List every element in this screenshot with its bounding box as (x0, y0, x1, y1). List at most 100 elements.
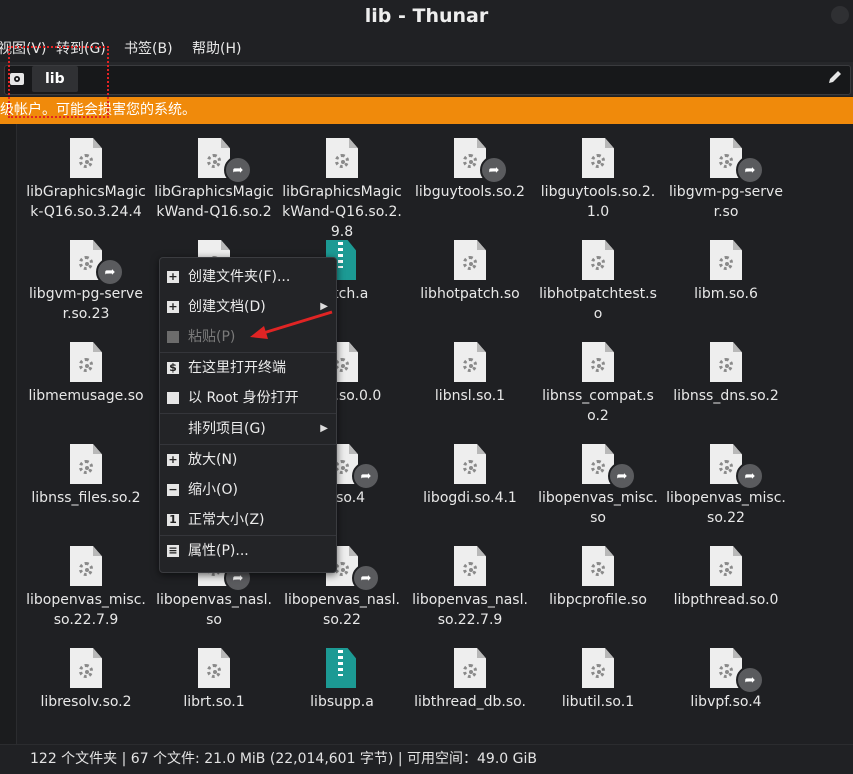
properties-icon: ≡ (167, 544, 179, 557)
file-item[interactable]: libmemusage.so (22, 328, 150, 406)
file-item[interactable]: librt.so.1 (150, 634, 278, 712)
context-menu-item[interactable]: ≡ 属性(P)... (160, 538, 336, 564)
file-item[interactable]: libGraphicsMagickWand-Q16.so.2.9.8 (278, 124, 406, 242)
library-file-icon (70, 546, 102, 586)
status-text: 122 个文件夹 | 67 个文件: 21.0 MiB (22,014,601 … (30, 751, 537, 767)
library-file-icon (454, 240, 486, 280)
folder-new-icon: + (167, 270, 179, 283)
file-name: libGraphicsMagickWand-Q16.so.2 (154, 184, 274, 220)
zoom-original-icon: 1 (167, 514, 179, 526)
menu-help[interactable]: 帮助(H) (192, 38, 241, 58)
menu-separator (160, 535, 336, 536)
file-name: libm.so.6 (694, 286, 758, 302)
file-name: libGraphicsMagick-Q16.so.3.24.4 (26, 184, 146, 220)
file-name: libogdi.so.4.1 (423, 490, 517, 506)
file-item[interactable]: libguytools.so.2.1.0 (534, 124, 662, 222)
file-name: libnss_dns.so.2 (673, 388, 779, 404)
context-menu-label: 以 Root 身份打开 (188, 390, 299, 406)
file-item[interactable]: libpcprofile.so (534, 532, 662, 610)
file-name: libnss_compat.so.2 (542, 388, 654, 424)
menu-separator (160, 413, 336, 414)
library-file-icon (70, 444, 102, 484)
gear-icon (463, 460, 477, 474)
file-item[interactable]: libutil.so.1 (534, 634, 662, 712)
title-bar: lib - Thunar (0, 0, 853, 34)
context-menu-label: 在这里打开终端 (188, 360, 286, 376)
context-menu-label: 放大(N) (188, 452, 238, 468)
gear-icon (79, 154, 93, 168)
file-item[interactable]: libopenvas_misc.so.22.7.9 (22, 532, 150, 630)
context-menu-item[interactable]: + 放大(N) (160, 447, 336, 473)
file-item[interactable]: libnsl.so.1 (406, 328, 534, 406)
library-file-icon: ➦ (710, 444, 764, 490)
gear-icon (79, 460, 93, 474)
library-file-icon (582, 138, 614, 178)
edit-location-icon[interactable] (827, 69, 843, 89)
library-file-icon: ➦ (198, 138, 252, 184)
file-item[interactable]: libopenvas_nasl.so.22.7.9 (406, 532, 534, 630)
gear-icon (207, 154, 221, 168)
document-new-icon: + (167, 300, 179, 313)
library-file-icon (454, 546, 486, 586)
file-item[interactable]: libnss_dns.so.2 (662, 328, 790, 406)
file-grid: libGraphicsMagick-Q16.so.3.24.4 ➦ libGraph… (16, 124, 853, 744)
symlink-arrow-icon: ➦ (736, 156, 764, 184)
context-menu-item[interactable]: 1 正常大小(Z) (160, 507, 336, 533)
file-name: libmemusage.so (28, 388, 144, 404)
file-item[interactable]: ➦ libGraphicsMagickWand-Q16.so.2 (150, 124, 278, 222)
file-item[interactable]: libnss_files.so.2 (22, 430, 150, 508)
archive-file-icon (326, 648, 358, 688)
file-item[interactable]: ➦ libgvm-pg-server.so.23 (22, 226, 150, 324)
context-menu-item[interactable]: + 创建文件夹(F)... (160, 264, 336, 290)
folder-icon (167, 392, 179, 404)
menu-bookmarks[interactable]: 书签(B) (124, 38, 173, 58)
file-name: libopenvas_nasl.so.22.7.9 (412, 592, 528, 628)
window-title: lib - Thunar (364, 5, 489, 27)
context-menu-item[interactable]: $ 在这里打开终端 (160, 355, 336, 381)
context-menu-item[interactable]: − 缩小(O) (160, 477, 336, 503)
path-bar (4, 65, 851, 95)
library-file-icon: ➦ (710, 648, 764, 694)
file-item[interactable]: libsupp.a (278, 634, 406, 712)
gear-icon (207, 664, 221, 678)
file-name: libopenvas_nasl.so (156, 592, 272, 628)
file-item[interactable]: libthread_db.so. (406, 634, 534, 712)
file-item[interactable]: libm.so.6 (662, 226, 790, 304)
library-file-icon (70, 342, 102, 382)
file-item[interactable]: ➦ libvpf.so.4 (662, 634, 790, 712)
gear-icon (79, 358, 93, 372)
gear-icon (79, 562, 93, 576)
paste-icon (167, 331, 179, 343)
window-button[interactable] (831, 6, 849, 24)
file-item[interactable]: libnss_compat.so.2 (534, 328, 662, 426)
file-name: libresolv.so.2 (40, 694, 132, 710)
context-menu-item[interactable]: 以 Root 身份打开 (160, 385, 336, 411)
file-item[interactable]: ➦ libopenvas_misc.so (534, 430, 662, 528)
file-item[interactable]: libGraphicsMagick-Q16.so.3.24.4 (22, 124, 150, 222)
library-file-icon (710, 342, 742, 382)
library-file-icon (454, 648, 486, 688)
menu-separator (160, 444, 336, 445)
file-item[interactable]: ➦ libopenvas_misc.so.22 (662, 430, 790, 528)
library-file-icon (582, 648, 614, 688)
menu-bar: 视图(V) 转到(G) 书签(B) 帮助(H) (0, 34, 853, 60)
submenu-arrow-icon: ▶ (320, 423, 328, 434)
symlink-arrow-icon: ➦ (480, 156, 508, 184)
file-item[interactable]: ➦ libgvm-pg-server.so (662, 124, 790, 222)
file-item[interactable]: ➦ libguytools.so.2 (406, 124, 534, 202)
symlink-arrow-icon: ➦ (224, 156, 252, 184)
file-name: libopenvas_nasl.so.22 (284, 592, 400, 628)
file-item[interactable]: libresolv.so.2 (22, 634, 150, 712)
file-item[interactable]: libhotpatch.so (406, 226, 534, 304)
file-item[interactable]: libpthread.so.0 (662, 532, 790, 610)
library-file-icon (582, 240, 614, 280)
gear-icon (719, 256, 733, 270)
file-name: libhotpatchtest.so (539, 286, 657, 322)
file-item[interactable]: libogdi.so.4.1 (406, 430, 534, 508)
file-item[interactable]: libhotpatchtest.so (534, 226, 662, 324)
context-menu-item[interactable]: 排列项目(G) ▶ (160, 416, 336, 442)
file-name: libopenvas_misc.so (538, 490, 658, 526)
symlink-arrow-icon: ➦ (736, 666, 764, 694)
gear-icon (335, 358, 349, 372)
gear-icon (79, 664, 93, 678)
